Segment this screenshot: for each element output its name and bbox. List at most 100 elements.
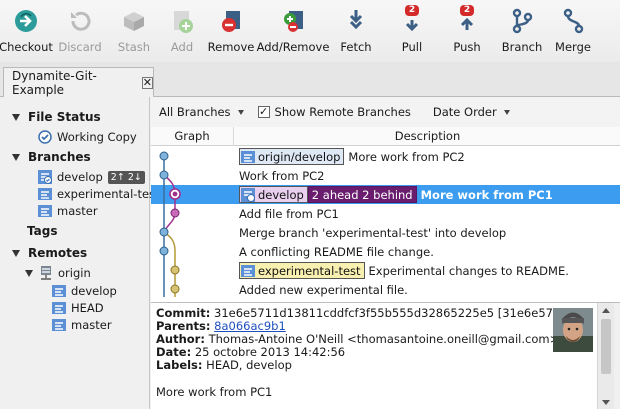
discard-label: Discard [58,40,102,54]
discard-button[interactable]: Discard [52,0,108,62]
checkout-button[interactable]: Checkout [0,0,53,62]
server-icon [39,266,53,280]
tab-repository[interactable]: Dynamite-Git-Example ✕ [3,67,154,98]
chevron-down-icon [503,109,510,115]
scroll-up-icon[interactable] [602,308,610,313]
commit-row[interactable]: Work from PC2 [151,166,620,185]
commit-row[interactable]: experimental-test Experimental changes t… [151,261,620,280]
add-button[interactable]: Add [160,0,204,62]
order-dropdown[interactable]: Date Order [419,97,518,127]
add-icon [167,6,197,36]
pull-label: Pull [401,40,423,54]
branch-checked-out-icon [241,187,255,202]
stash-icon [119,6,149,36]
details-scrollbar[interactable] [597,303,614,409]
checkbox-icon[interactable]: ✓ [257,106,270,118]
sidebar-item-remote-master[interactable]: master [52,316,112,334]
sidebar-item-label: master [71,318,112,332]
merge-button[interactable]: Merge [550,0,596,62]
toolbar: Checkout Discard Stash Add Remove Add/Re… [0,0,620,62]
sidebar-item-remote-head[interactable]: HEAD [52,299,104,317]
push-label: Push [453,40,481,54]
dropdown-value: All Branches [159,105,231,119]
add-label: Add [170,40,194,54]
scroll-down-icon[interactable] [602,400,610,405]
sidebar-section-remotes[interactable]: Remotes [12,244,87,262]
pull-button[interactable]: 2 Pull [384,0,440,62]
stash-label: Stash [117,40,151,54]
sidebar-item-label: develop [57,170,103,184]
remove-icon [216,6,246,36]
sidebar-item-label: experimental-test [57,187,160,201]
commit-row[interactable]: Added new experimental file. [151,280,620,297]
sidebar-section-file-status[interactable]: File Status [12,108,101,126]
branch-label: Branch [501,40,543,54]
sidebar-section-branches[interactable]: Branches [12,148,91,166]
ref-label-remote: origin/develop [239,148,345,165]
commit-message: Add file from PC1 [239,206,339,221]
pull-badge: 2 [404,5,420,16]
branch-icon [241,264,255,278]
commit-message: Experimental changes to README. [368,263,569,278]
check-circle-icon [38,130,52,144]
history-panel: All Branches ✓ Show Remote Branches Date… [151,97,620,409]
branch-button[interactable]: Branch [494,0,550,62]
detail-labels: Labels: HEAD, develop [156,358,292,372]
commit-row[interactable]: Merge branch 'experimental-test' into de… [151,223,620,242]
labels-value: HEAD, develop [206,358,292,372]
branch-icon [38,187,52,201]
discard-icon [65,6,95,36]
checkbox-label: Show Remote Branches [274,105,411,119]
ref-name: develop [258,187,304,202]
branch-checked-out-icon [38,170,52,184]
commit-details: Commit: 31e6e5711d13811cddfcf3f55b555d32… [151,302,620,409]
column-header-graph[interactable]: Graph [151,127,234,146]
sidebar-item-remote-develop[interactable]: develop [52,282,117,300]
commit-row[interactable]: Add file from PC1 [151,204,620,223]
push-button[interactable]: 2 Push [440,0,494,62]
remote-branch-icon [52,301,66,315]
commit-row-selected[interactable]: develop 2 ahead 2 behind More work from … [151,185,620,204]
sidebar-item-label: Working Copy [57,130,137,144]
commit-row[interactable]: origin/develop More work from PC2 [151,147,620,166]
section-label: Tags [27,224,58,238]
merge-label: Merge [555,40,591,54]
fetch-button[interactable]: Fetch [328,0,384,62]
sidebar-item-experimental-test[interactable]: experimental-test [38,185,160,203]
commit-message: Work from PC2 [239,168,325,183]
remove-button[interactable]: Remove [204,0,258,62]
scroll-thumb[interactable] [601,319,611,374]
column-header-description[interactable]: Description [235,127,620,146]
close-icon[interactable]: ✕ [141,77,153,89]
remote-branch-icon [52,318,66,332]
commit-message: A conflicting README file change. [239,244,434,259]
section-label: Remotes [28,246,88,260]
fetch-icon [341,6,371,36]
tab-title: Dynamite-Git-Example [12,69,97,97]
expand-triangle-icon [12,249,20,257]
commit-row[interactable]: A conflicting README file change. [151,242,620,261]
commit-message: Added new experimental file. [239,282,408,297]
sidebar-item-label: origin [58,266,91,280]
sidebar-item-label: develop [71,284,117,298]
stash-button[interactable]: Stash [108,0,160,62]
branches-dropdown[interactable]: All Branches [151,97,252,127]
parent-link[interactable]: 8a066ac9b1 [214,319,286,333]
expand-triangle-icon [25,269,33,277]
sidebar-item-label: HEAD [71,301,104,315]
sidebar-item-develop[interactable]: develop 2↑ 2↓ [38,168,145,186]
show-remote-checkbox[interactable]: ✓ Show Remote Branches [252,97,419,127]
checkout-label: Checkout [0,40,53,54]
fetch-label: Fetch [340,40,372,54]
merge-icon [558,6,588,36]
commit-message: More work from PC1 [420,187,553,202]
sidebar-item-working-copy[interactable]: Working Copy [38,128,137,146]
sidebar-item-master[interactable]: master [38,202,98,220]
commit-message: More work from PC2 [348,149,465,164]
expand-triangle-icon [12,113,20,121]
ahead-behind-badge: 2 ahead 2 behind [307,186,417,203]
sidebar-item-origin[interactable]: origin [25,264,91,282]
commit-list: origin/develop More work from PC2 Work f… [151,147,620,297]
add-remove-button[interactable]: Add/Remove [257,0,329,62]
sidebar-section-tags[interactable]: Tags [27,222,57,240]
